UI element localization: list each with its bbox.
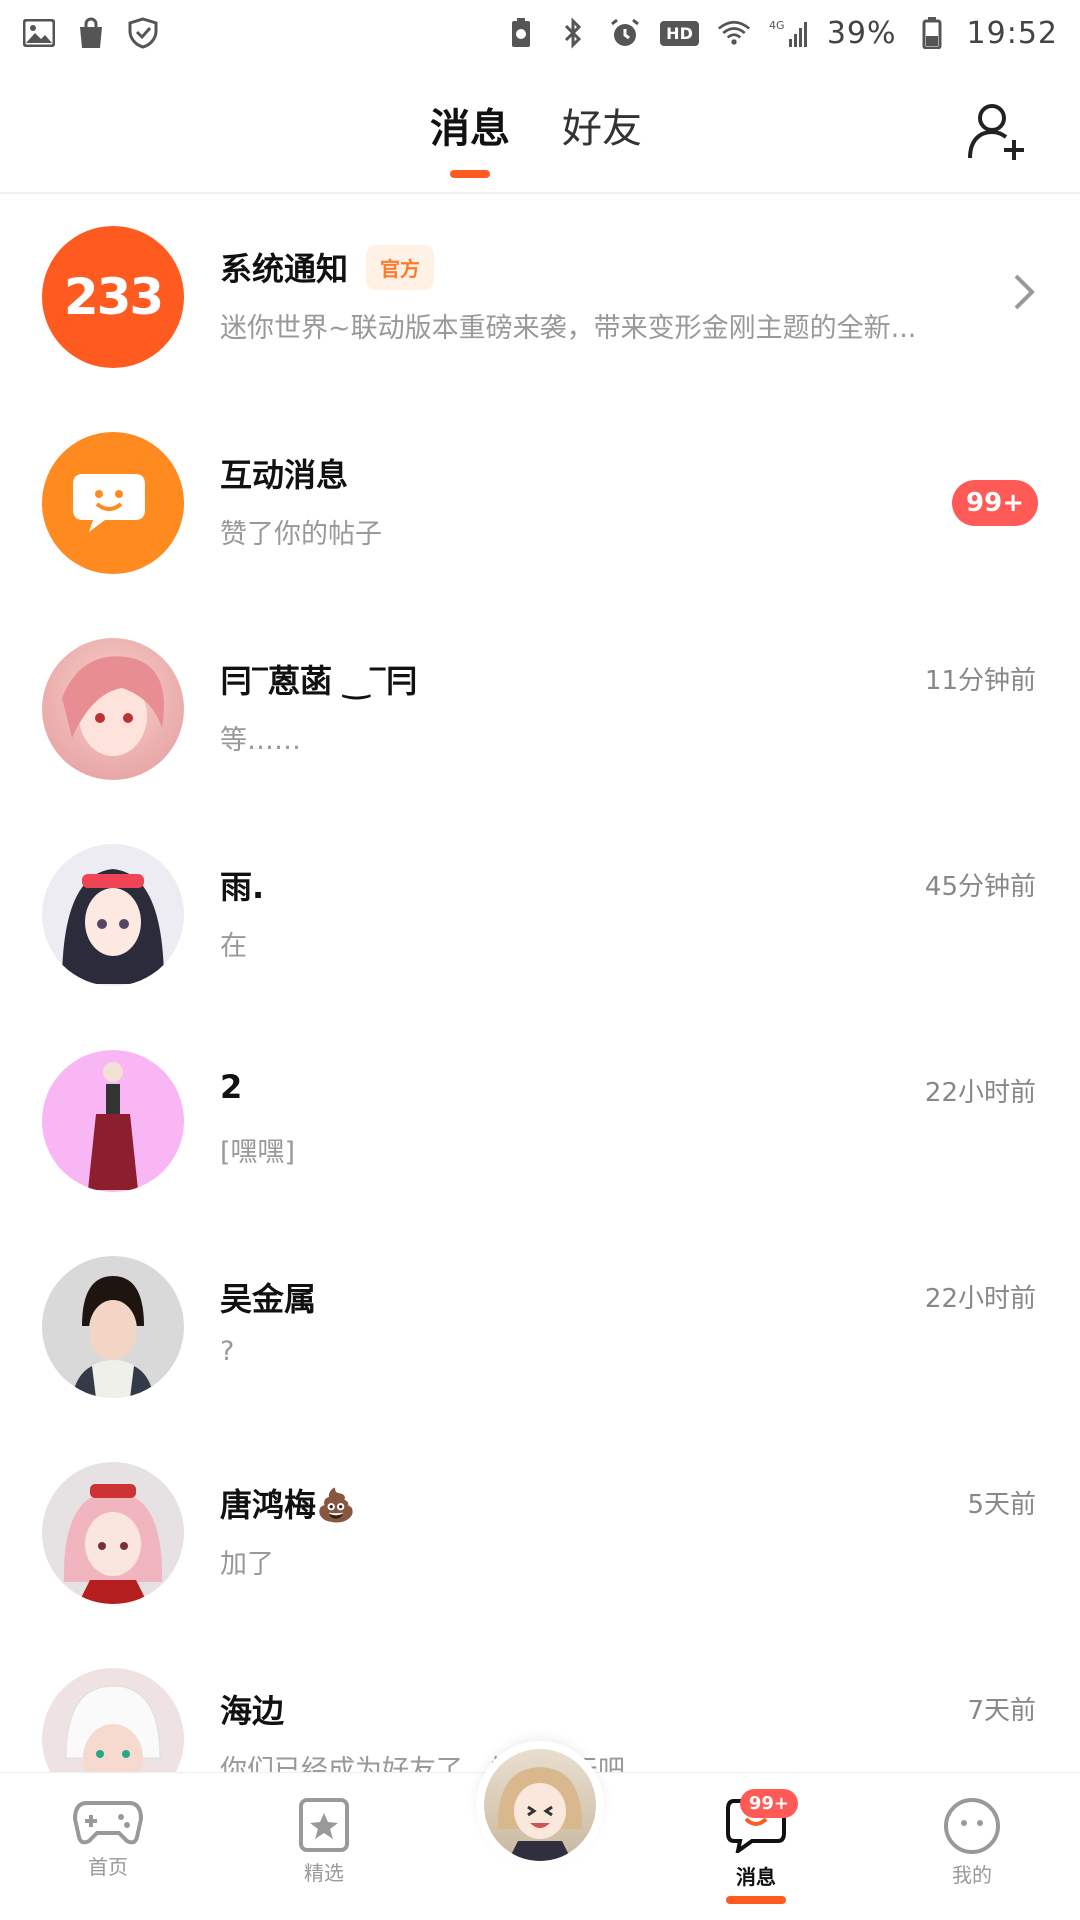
star-card-icon xyxy=(299,1798,349,1852)
timestamp: 7天前 xyxy=(967,1696,1036,1726)
nav-messages-label: 消息 xyxy=(736,1865,776,1889)
avatar: 233 xyxy=(42,226,184,368)
status-bar: HD 4G 39% 19:52 xyxy=(0,0,1080,66)
nav-unread-badge: 99+ xyxy=(739,1789,798,1818)
alarm-icon xyxy=(608,16,642,50)
tab-bar: 消息 好友 xyxy=(430,96,642,178)
avatar xyxy=(42,432,184,574)
message-preview: 迷你世界~联动版本重磅来袭，带来变形金刚主题的全新... xyxy=(220,313,917,344)
message-preview: 加了 xyxy=(220,1549,274,1580)
nav-profile[interactable]: 我的 xyxy=(912,1797,1032,1888)
list-item[interactable]: 唐鸿梅💩 加了 5天前 xyxy=(0,1432,1080,1638)
conversation-name: 互动消息 xyxy=(220,456,349,494)
tab-messages-label: 消息 xyxy=(430,106,510,152)
conversation-name: 2 xyxy=(220,1068,243,1106)
nav-messages[interactable]: 99+ 消息 xyxy=(696,1789,816,1904)
status-left xyxy=(22,16,160,50)
chevron-right-icon xyxy=(1012,272,1036,322)
nav-featured-label: 精选 xyxy=(304,1861,344,1885)
tab-friends[interactable]: 好友 xyxy=(562,96,642,176)
conversation-name: 吴金属 xyxy=(220,1280,317,1318)
conversation-name: 海边 xyxy=(220,1692,285,1730)
wifi-icon xyxy=(717,16,751,50)
top-header: 消息 好友 xyxy=(0,66,1080,194)
nav-home[interactable]: 首页 xyxy=(48,1797,168,1880)
conversation-name: 雨. xyxy=(220,868,265,906)
timestamp: 22小时前 xyxy=(924,1284,1036,1314)
chat-smile-icon xyxy=(73,474,145,532)
avatar xyxy=(42,1668,184,1772)
timestamp: 5天前 xyxy=(967,1490,1036,1520)
tab-friends-label: 好友 xyxy=(562,106,642,152)
list-item[interactable]: 冃‾蒽菡 ‿‾冃 等…… 11分钟前 xyxy=(0,608,1080,814)
timestamp: 22小时前 xyxy=(924,1078,1036,1108)
avatar xyxy=(42,1462,184,1604)
list-item-system-notice[interactable]: 233 系统通知 官方 迷你世界~联动版本重磅来袭，带来变形金刚主题的全新... xyxy=(0,196,1080,402)
status-right: HD 4G 39% 19:52 xyxy=(504,16,1058,51)
unread-badge: 99+ xyxy=(952,480,1038,526)
anime-girl-avatar xyxy=(62,656,164,756)
anime-girl-avatar xyxy=(63,1484,163,1604)
tab-active-indicator xyxy=(450,170,490,178)
nav-profile-label: 我的 xyxy=(952,1863,992,1887)
nav-featured[interactable]: 精选 xyxy=(264,1797,384,1886)
message-preview: 你们已经成为好友了，快来聊天吧 xyxy=(220,1755,625,1772)
avatar xyxy=(42,1050,184,1192)
nav-active-indicator xyxy=(726,1896,786,1904)
message-list: 233 系统通知 官方 迷你世界~联动版本重磅来袭，带来变形金刚主题的全新...… xyxy=(0,196,1080,1772)
character-avatar xyxy=(88,1062,138,1190)
message-preview: ? xyxy=(220,1336,235,1367)
nav-messages-icon-wrap: 99+ xyxy=(726,1789,798,1857)
conversation-name: 唐鸿梅💩 xyxy=(220,1486,356,1524)
message-preview: 赞了你的帖子 xyxy=(220,519,382,550)
avatar-233-logo: 233 xyxy=(63,268,164,326)
battery-percent: 39% xyxy=(826,15,897,51)
signal-icon: 4G xyxy=(769,16,809,50)
avatar xyxy=(484,1749,596,1861)
gamepad-icon xyxy=(73,1801,143,1845)
bottom-nav: 首页 精选 99+ 消息 我的 xyxy=(0,1741,1080,1920)
battery-saver-icon xyxy=(504,16,538,50)
message-preview: [嘿嘿] xyxy=(220,1137,296,1168)
bluetooth-icon xyxy=(556,16,590,50)
center-avatar-button[interactable] xyxy=(476,1741,604,1869)
avatar xyxy=(42,638,184,780)
add-user-icon[interactable] xyxy=(966,100,1030,164)
nav-home-label: 首页 xyxy=(88,1855,128,1879)
shield-icon xyxy=(126,16,160,50)
official-badge: 官方 xyxy=(366,244,435,290)
list-item[interactable]: 吴金属 ? 22小时前 xyxy=(0,1226,1080,1432)
image-icon xyxy=(22,16,56,50)
conversation-name-text: 系统通知 xyxy=(220,250,349,288)
timestamp: 45分钟前 xyxy=(924,872,1036,902)
face-icon xyxy=(944,1798,1000,1854)
list-item[interactable]: 2 [嘿嘿] 22小时前 xyxy=(0,1020,1080,1226)
battery-icon xyxy=(915,16,949,50)
shopping-bag-icon xyxy=(74,16,108,50)
conversation-name: 系统通知 官方 xyxy=(220,244,435,290)
character-avatar xyxy=(65,1685,161,1772)
hd-icon: HD xyxy=(660,20,699,46)
clock: 19:52 xyxy=(966,15,1058,51)
message-preview: 在 xyxy=(220,931,247,962)
conversation-name: 冃‾蒽菡 ‿‾冃 xyxy=(220,662,418,700)
timestamp: 11分钟前 xyxy=(924,666,1036,696)
anime-girl-avatar xyxy=(497,1767,583,1861)
message-preview: 等…… xyxy=(220,725,301,756)
tab-messages[interactable]: 消息 xyxy=(430,96,510,178)
avatar xyxy=(42,844,184,986)
network-label: 4G xyxy=(769,19,785,32)
list-item[interactable]: 雨. 在 45分钟前 xyxy=(0,814,1080,1020)
character-avatar xyxy=(72,1276,154,1398)
anime-girl-avatar xyxy=(62,869,164,984)
list-item-interaction[interactable]: 互动消息 赞了你的帖子 99+ xyxy=(0,402,1080,608)
avatar xyxy=(42,1256,184,1398)
